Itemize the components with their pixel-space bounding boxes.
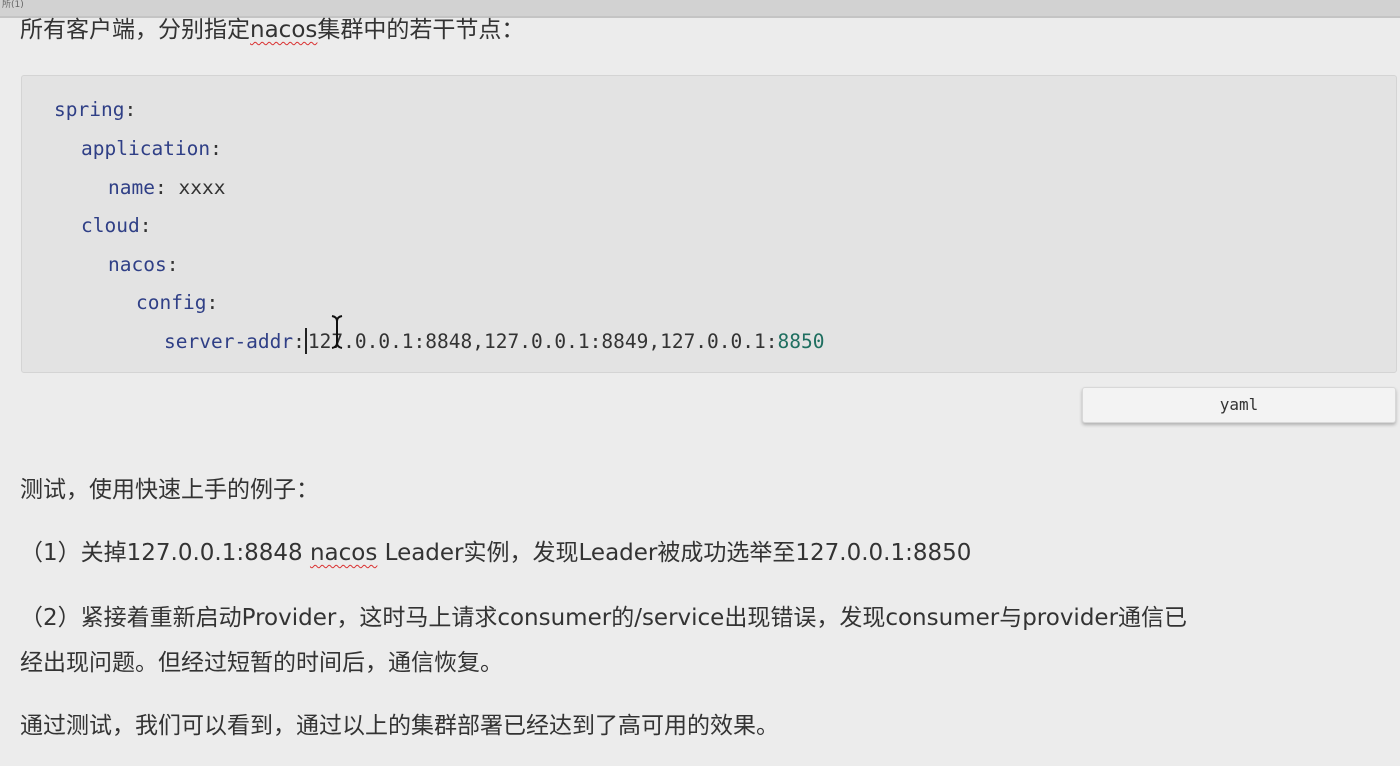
intro-text-before: 所有客户端，分别指定: [20, 17, 250, 43]
test-heading: 测试，使用快速上手的例子：: [20, 477, 319, 503]
code-key: spring: [54, 98, 125, 121]
code-line-name[interactable]: name: xxxx: [108, 174, 225, 202]
text-caret: [304, 328, 307, 354]
code-sep: :: [166, 253, 179, 276]
code-line-server-addr[interactable]: server-addr: 127.0.0.1:8848,127.0.0.1:884…: [164, 328, 824, 356]
conclusion-paragraph: 通过测试，我们可以看到，通过以上的集群部署已经达到了高可用的效果。: [20, 713, 779, 739]
code-key: name: [108, 176, 155, 199]
intro-text-after: 集群中的若干节点：: [317, 17, 525, 43]
top-strip-text: 所(1): [2, 0, 24, 10]
code-key: server-addr: [164, 330, 294, 353]
step1-paragraph: （1）关掉127.0.0.1:8848 nacos Leader实例，发现Lea…: [20, 538, 971, 568]
step1-text-before: （1）关掉127.0.0.1:8848: [20, 540, 310, 566]
code-key: config: [136, 291, 207, 314]
intro-spellcheck-word[interactable]: nacos: [250, 17, 317, 43]
yaml-code-block[interactable]: spring: application: name: xxxx cloud: n…: [21, 75, 1397, 373]
code-sep: :: [154, 176, 167, 199]
code-line-cloud[interactable]: cloud:: [81, 212, 151, 240]
code-key: application: [81, 137, 211, 160]
code-sep: :: [124, 98, 137, 121]
code-line-nacos[interactable]: nacos:: [108, 251, 178, 279]
code-line-application[interactable]: application:: [81, 135, 222, 163]
ibeam-cursor-icon: [331, 315, 343, 349]
code-line-spring[interactable]: spring:: [54, 96, 136, 124]
step1-text-after: Leader实例，发现Leader被成功选举至127.0.0.1:8850: [377, 540, 972, 566]
code-key: nacos: [108, 253, 167, 276]
code-sep: :: [206, 291, 219, 314]
step2-line1: （2）紧接着重新启动Provider，这时马上请求consumer的/servi…: [20, 605, 1188, 631]
code-value-tail: 8850: [777, 330, 825, 353]
intro-paragraph: 所有客户端，分别指定nacos集群中的若干节点：: [20, 15, 524, 45]
step1-spellcheck-word[interactable]: nacos: [310, 540, 377, 566]
code-sep: :: [139, 214, 152, 237]
code-value: xxxx: [178, 176, 226, 199]
code-sep: :: [210, 137, 222, 160]
code-language-label[interactable]: yaml: [1082, 387, 1396, 423]
code-line-config[interactable]: config:: [136, 289, 218, 317]
code-sep: :: [293, 330, 305, 353]
step2-line2: 经出现问题。但经过短暂的时间后，通信恢复。: [20, 650, 503, 676]
code-value-main: 127.0.0.1:8848,127.0.0.1:8849,127.0.0.1:: [307, 330, 778, 353]
code-key: cloud: [81, 214, 140, 237]
